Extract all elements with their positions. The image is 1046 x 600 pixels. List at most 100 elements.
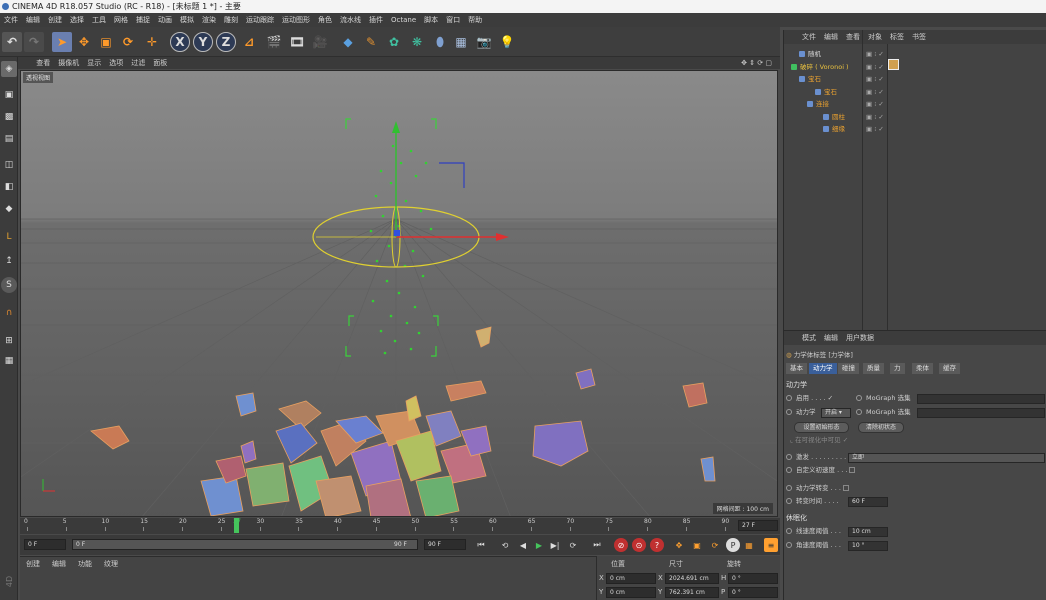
om-menu-file[interactable]: 文件 [798, 33, 820, 41]
tab-mass[interactable]: 质量 [863, 363, 884, 374]
mograph-selection-field-1[interactable] [917, 394, 1045, 404]
menu-file[interactable]: 文件 [0, 13, 22, 27]
tab-soft-body[interactable]: 柔体 [912, 363, 933, 374]
visibility-toggle-icon[interactable]: ▣ ⁝ ✓ [866, 86, 884, 98]
timeline-ruler[interactable]: 05101520252730354045505560657075808590 2… [20, 518, 780, 534]
transition-time-field[interactable]: 60 F [848, 497, 888, 507]
clear-initial-state-button[interactable]: 清除初状态 [858, 422, 904, 433]
y-axis-lock-icon[interactable]: Y [193, 32, 213, 52]
radio-icon[interactable] [786, 542, 792, 548]
enable-checkbox[interactable]: ✓ [828, 394, 833, 402]
play-forward-icon[interactable]: ▶ [532, 538, 546, 552]
material-menu-edit[interactable]: 编辑 [46, 557, 72, 571]
menu-pipeline[interactable]: 流水线 [336, 13, 365, 27]
rotation-p-field[interactable]: 0 ° [728, 587, 778, 598]
dynamics-dropdown[interactable]: 开启 ▾ [821, 408, 851, 418]
undo-icon[interactable]: ↶ [2, 32, 22, 52]
current-frame-field[interactable]: 27 F [738, 520, 778, 531]
size-x-field[interactable]: 2024.691 cm [665, 573, 719, 584]
floor-object-icon[interactable]: ▦ [451, 32, 471, 52]
material-menu-texture[interactable]: 纹理 [98, 557, 124, 571]
tab-cache[interactable]: 缓存 [939, 363, 960, 374]
menu-plugins[interactable]: 插件 [365, 13, 387, 27]
keyframe-selection-icon[interactable]: ? [650, 538, 664, 552]
tab-force[interactable]: 力 [890, 363, 905, 374]
cube-object-icon[interactable]: ◆ [338, 32, 358, 52]
om-menu-edit[interactable]: 编辑 [820, 33, 842, 41]
z-axis-lock-icon[interactable]: Z [216, 32, 236, 52]
position-x-field[interactable]: 0 cm [606, 573, 656, 584]
deformer-icon[interactable]: ⬮ [430, 32, 450, 52]
x-axis-lock-icon[interactable]: X [170, 32, 190, 52]
visible-checkbox[interactable]: ✓ [843, 436, 848, 444]
viewport-menu-options[interactable]: 选项 [105, 57, 127, 69]
menu-sculpt[interactable]: 雕刻 [220, 13, 242, 27]
texture-mode-icon[interactable]: ▩ [1, 109, 17, 125]
camera-object-icon[interactable]: 📷 [474, 32, 494, 52]
visibility-toggle-icon[interactable]: ▣ ⁝ ✓ [866, 98, 884, 110]
cloner-icon[interactable]: ❋ [407, 32, 427, 52]
snap-icon[interactable]: S [1, 277, 17, 293]
angular-velocity-threshold-field[interactable]: 10 ° [848, 541, 888, 551]
radio-icon[interactable] [786, 409, 792, 415]
object-tree-row[interactable]: 破碎 ( Voronoi ) ▣ ⁝ ✓ [784, 61, 1046, 73]
am-menu-user-data[interactable]: 用户数据 [842, 334, 878, 342]
custom-initial-velocity-checkbox[interactable] [849, 467, 856, 473]
perspective-viewport[interactable]: 透视视图 网格间距 : 100 cm [20, 70, 778, 517]
menu-render[interactable]: 渲染 [198, 13, 220, 27]
lock-workplane-icon[interactable]: ⊞ [1, 333, 17, 349]
radio-icon[interactable] [786, 498, 792, 504]
grid-workplane-icon[interactable]: ▦ [1, 353, 17, 369]
object-tree-row[interactable]: 连接 ▣ ⁝ ✓ [784, 98, 1046, 110]
record-keys-icon[interactable]: ⊘ [614, 538, 628, 552]
pla-key-icon[interactable]: ▦ [742, 538, 756, 552]
menu-mograph[interactable]: 运动图形 [278, 13, 314, 27]
viewport-nav-icons[interactable]: ✥ ⇕ ⟳ ▢ [737, 57, 776, 69]
edges-mode-icon[interactable]: ◧ [1, 179, 17, 195]
viewport-menu-view[interactable]: 查看 [32, 57, 54, 69]
menu-animate[interactable]: 动画 [154, 13, 176, 27]
mograph-selection-field-2[interactable] [917, 408, 1045, 418]
menu-motion-tracking[interactable]: 运动跟踪 [242, 13, 278, 27]
radio-icon[interactable] [786, 485, 792, 491]
z-axis-handle[interactable] [394, 230, 400, 236]
timeline-playhead[interactable] [234, 518, 240, 533]
rotation-key-icon[interactable]: ⟳ [708, 538, 722, 552]
position-y-field[interactable]: 0 cm [606, 587, 656, 598]
light-object-icon[interactable]: 💡 [497, 32, 517, 52]
radio-icon[interactable] [856, 395, 862, 401]
parameter-key-icon[interactable]: P [726, 538, 740, 552]
object-tree-row[interactable]: 细缘 ▣ ⁝ ✓ [784, 123, 1046, 135]
size-y-field[interactable]: 762.391 cm [665, 587, 719, 598]
linear-velocity-threshold-field[interactable]: 10 cm [848, 527, 888, 537]
autokey-icon[interactable]: ⊙ [632, 538, 646, 552]
menu-simulate[interactable]: 模拟 [176, 13, 198, 27]
next-frame-icon[interactable]: ▶| [548, 538, 562, 552]
tweak-mode-icon[interactable]: ↥ [1, 253, 17, 269]
menu-help[interactable]: 帮助 [464, 13, 486, 27]
object-mode-icon[interactable]: ▣ [1, 87, 17, 103]
menu-window[interactable]: 窗口 [442, 13, 464, 27]
material-menu-function[interactable]: 功能 [72, 557, 98, 571]
end-frame-field[interactable]: 90 F [424, 539, 466, 550]
render-settings-icon[interactable]: 🎥 [310, 32, 330, 52]
previous-key-icon[interactable]: ⟲ [498, 538, 512, 552]
coordinate-system-icon[interactable]: ⊿ [239, 32, 259, 52]
om-menu-tags[interactable]: 标签 [886, 33, 908, 41]
object-tree-row[interactable]: 宝石 ▣ ⁝ ✓ [784, 73, 1046, 85]
render-picture-viewer-icon[interactable]: 🎞 [287, 32, 307, 52]
polygons-mode-icon[interactable]: ◆ [1, 201, 17, 217]
viewport-menu-camera[interactable]: 摄像机 [54, 57, 83, 69]
radio-icon[interactable] [786, 395, 792, 401]
visibility-toggle-icon[interactable]: ▣ ⁝ ✓ [866, 48, 884, 60]
redo-icon[interactable]: ↷ [24, 32, 44, 52]
subdivision-surface-icon[interactable]: ✿ [384, 32, 404, 52]
next-key-icon[interactable]: ⟳ [566, 538, 580, 552]
am-menu-edit[interactable]: 编辑 [820, 334, 842, 342]
om-menu-object[interactable]: 对象 [864, 33, 886, 41]
radio-icon[interactable] [786, 528, 792, 534]
om-menu-view[interactable]: 查看 [842, 33, 864, 41]
range-slider[interactable]: 0 F 90 F [72, 539, 418, 550]
menu-mesh[interactable]: 网格 [110, 13, 132, 27]
model-mode-icon[interactable]: ◈ [1, 61, 17, 77]
